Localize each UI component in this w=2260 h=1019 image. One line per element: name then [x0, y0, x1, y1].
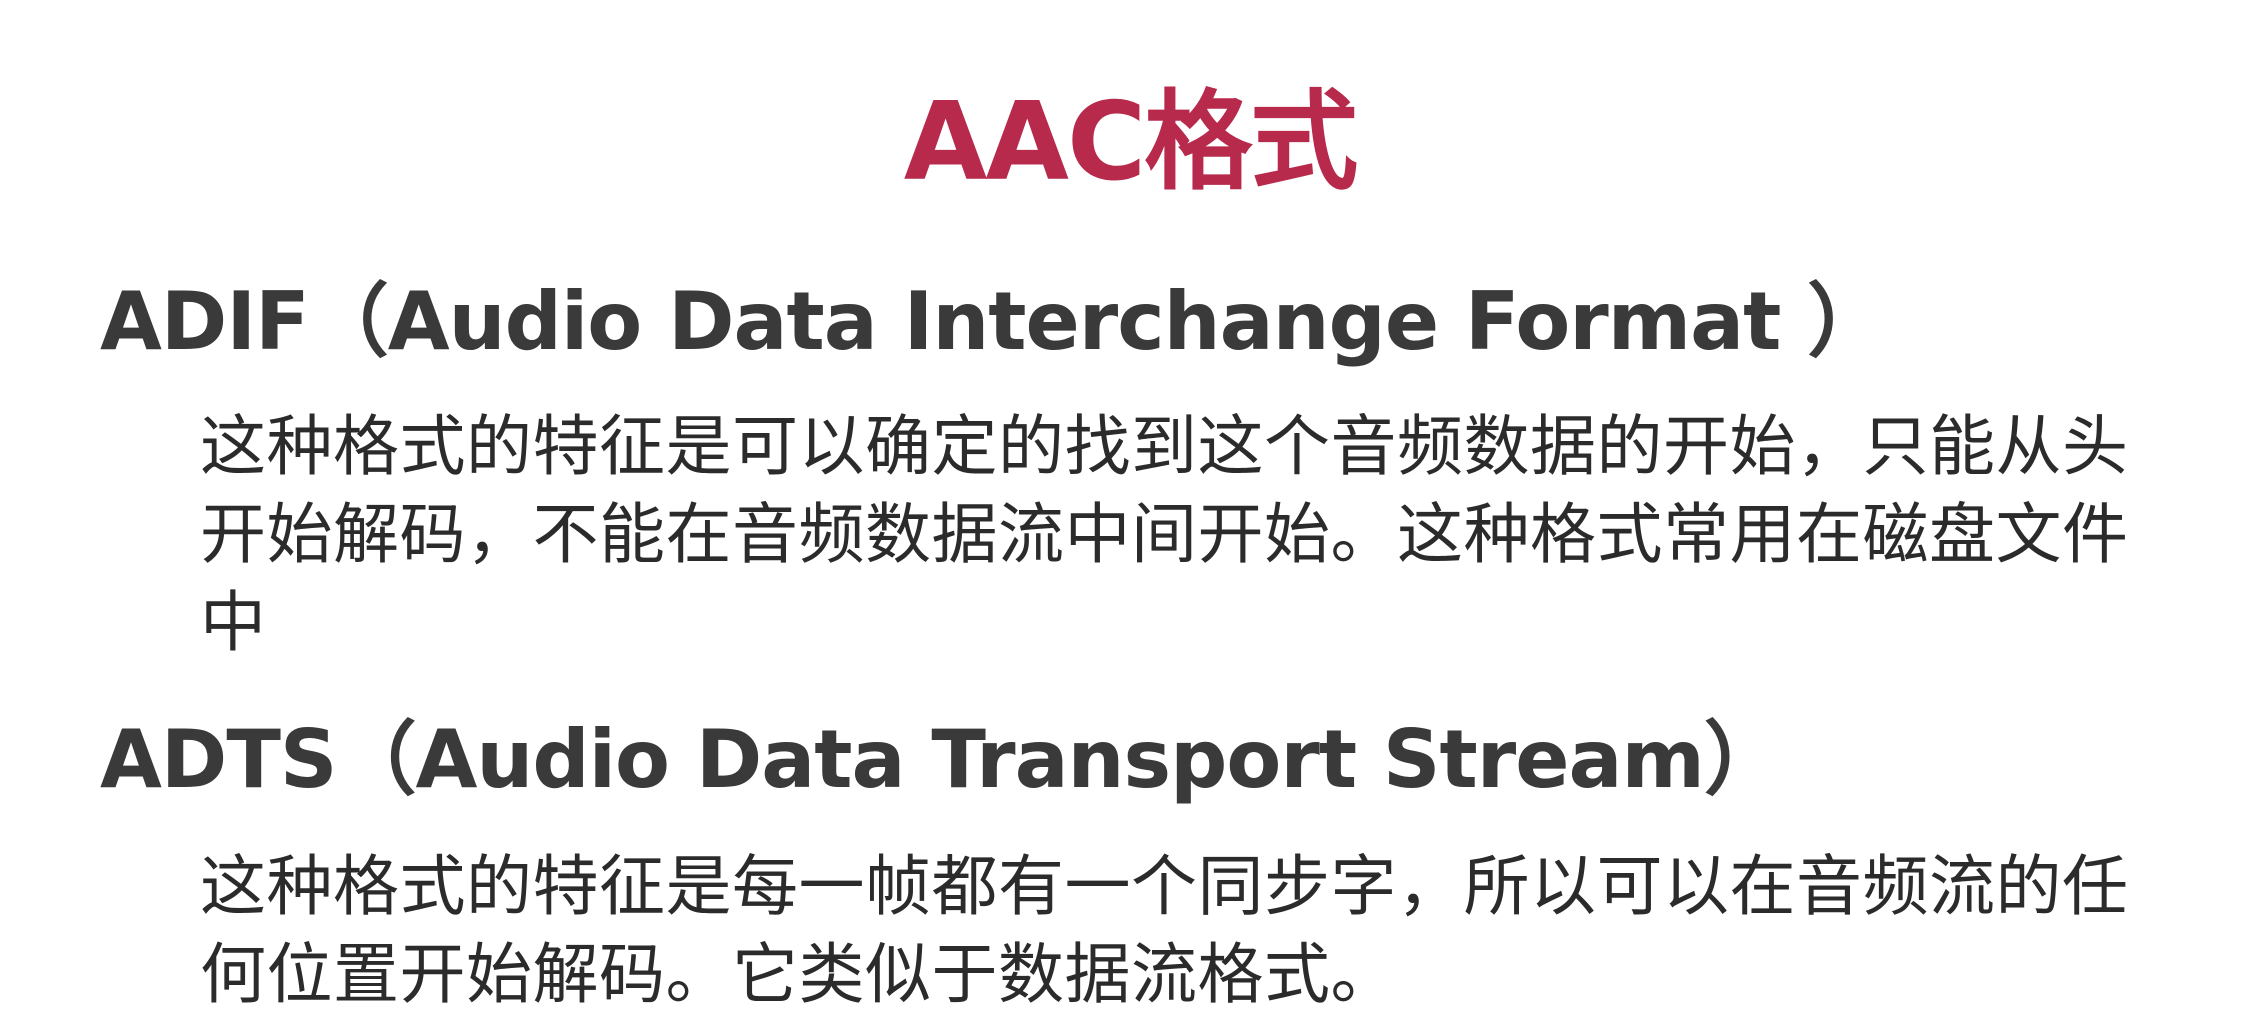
section-body-adts: 这种格式的特征是每一帧都有一个同步字，所以可以在音频流的任何位置开始解码。它类似… — [200, 848, 2129, 1013]
section-heading-adif: ADIF（Audio Data Interchange Format ） — [100, 275, 1887, 368]
slide-title: AAC格式 — [903, 80, 1358, 205]
section-heading-adts: ADTS（Audio Data Transport Stream） — [100, 713, 1784, 806]
section-body-adif: 这种格式的特征是可以确定的找到这个音频数据的开始，只能从头开始解码，不能在音频数… — [200, 408, 2129, 661]
slide: AAC格式 ADIF（Audio Data Interchange Format… — [0, 0, 2260, 1016]
